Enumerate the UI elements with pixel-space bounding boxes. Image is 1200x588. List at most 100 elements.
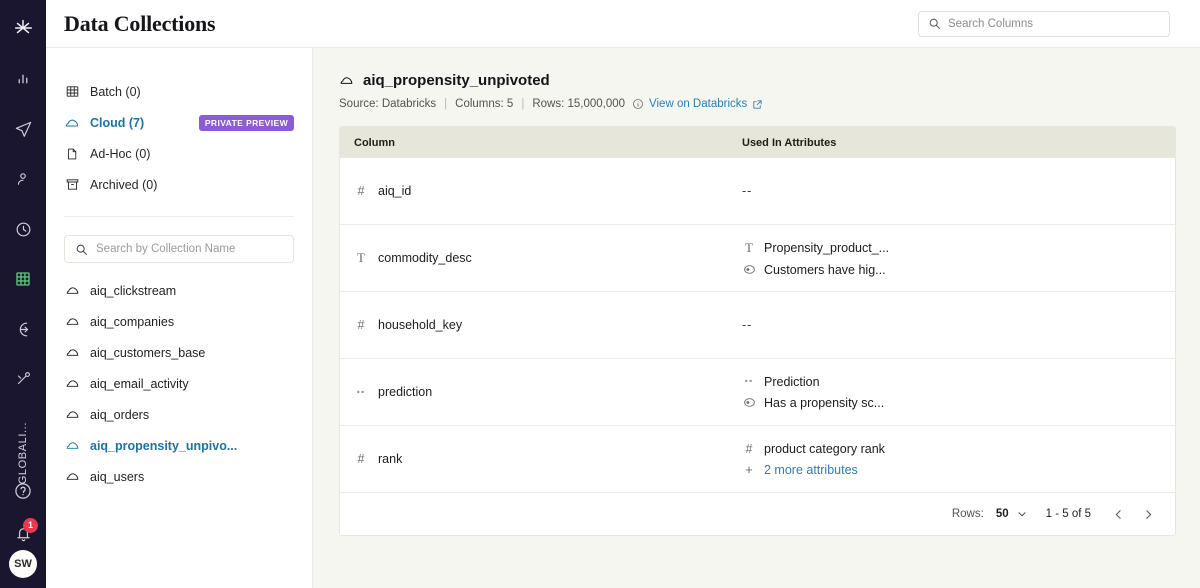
sparkle-burst-logo[interactable] (9, 14, 37, 42)
list-item-label: aiq_companies (90, 315, 174, 329)
collection-list: aiq_clickstream aiq_companies aiq_custom… (64, 275, 294, 492)
list-item-selected[interactable]: aiq_propensity_unpivo... (64, 430, 294, 461)
cloud-icon (64, 469, 80, 485)
decimal-type-icon (742, 375, 756, 388)
more-attributes-link[interactable]: + 2 more attributes (742, 463, 1175, 477)
boolean-type-icon (742, 263, 756, 276)
search-collections-input[interactable] (96, 243, 283, 255)
sidebar-item-label: Ad-Hoc (0) (90, 147, 150, 161)
rows-per-page-select[interactable]: 50 (996, 508, 1028, 520)
boolean-type-icon (742, 396, 756, 409)
column-name: household_key (378, 318, 462, 332)
number-type-icon: # (742, 442, 756, 456)
dataset-meta: Source: Databricks | Columns: 5 | Rows: … (339, 98, 1176, 110)
column-name: prediction (378, 385, 432, 399)
grid-data-icon[interactable] (8, 264, 38, 294)
list-item[interactable]: aiq_users (64, 461, 294, 492)
sidebar-item-label: Batch (0) (90, 85, 141, 99)
rail-bottom-group: 1 SW (0, 476, 46, 578)
magic-wand-icon[interactable] (8, 364, 38, 394)
list-item[interactable]: aiq_companies (64, 306, 294, 337)
archive-icon (64, 177, 80, 193)
list-item[interactable]: aiq_orders (64, 399, 294, 430)
attribute-item[interactable]: Prediction (742, 375, 1175, 389)
attribute-item[interactable]: Customers have hig... (742, 263, 1175, 277)
list-item[interactable]: aiq_clickstream (64, 275, 294, 306)
number-type-icon: # (354, 318, 368, 332)
table-row[interactable]: # rank # product category rank + 2 more … (340, 426, 1175, 493)
attribute-item[interactable]: T Propensity_product_... (742, 240, 1175, 256)
meta-sep: | (444, 98, 447, 110)
attribute-label: Prediction (764, 375, 820, 389)
meta-source: Source: Databricks (339, 98, 436, 110)
search-columns-box[interactable] (918, 11, 1170, 37)
rows-per-page-label: Rows: (952, 508, 984, 520)
plus-icon: + (742, 463, 756, 477)
sidebar-item-cloud[interactable]: Cloud (7) PRIVATE PREVIEW (64, 107, 294, 138)
bell-badge-count: 1 (23, 518, 38, 533)
list-item-label: aiq_email_activity (90, 377, 189, 391)
document-icon (64, 146, 80, 162)
number-type-icon: # (354, 452, 368, 466)
send-icon[interactable] (8, 114, 38, 144)
chevron-down-icon (1016, 508, 1028, 520)
decimal-type-icon (354, 386, 368, 399)
table-row[interactable]: # aiq_id -- (340, 158, 1175, 225)
attribute-item[interactable]: # product category rank (742, 442, 1175, 456)
search-icon (928, 17, 941, 30)
sidebar-item-adhoc[interactable]: Ad-Hoc (0) (64, 138, 294, 169)
cloud-icon (64, 376, 80, 392)
import-icon[interactable] (8, 314, 38, 344)
empty-value: -- (742, 184, 752, 198)
meta-sep: | (521, 98, 524, 110)
info-icon[interactable] (632, 98, 644, 110)
cell-attributes: T Propensity_product_... Customers have … (740, 240, 1175, 277)
prev-page-button[interactable] (1109, 505, 1127, 523)
question-circle-icon[interactable] (8, 476, 38, 506)
avatar[interactable]: SW (9, 550, 37, 578)
analytics-icon[interactable] (8, 64, 38, 94)
left-icon-rail: GLOBALI... 1 SW (0, 0, 46, 588)
attribute-item[interactable]: Has a propensity sc... (742, 396, 1175, 410)
cloud-icon (64, 345, 80, 361)
column-name: rank (378, 452, 402, 466)
table-row[interactable]: T commodity_desc T Propensity_product_..… (340, 225, 1175, 292)
cell-column-name: # household_key (340, 318, 740, 332)
dataset-detail-panel: aiq_propensity_unpivoted Source: Databri… (313, 48, 1200, 588)
page-title: Data Collections (64, 11, 215, 37)
sidebar-item-archived[interactable]: Archived (0) (64, 169, 294, 200)
view-on-databricks-link[interactable]: View on Databricks (649, 98, 763, 110)
attribute-label: Propensity_product_... (764, 241, 889, 255)
cell-attributes: -- (740, 184, 1175, 198)
private-preview-badge: PRIVATE PREVIEW (199, 115, 294, 131)
text-type-icon: T (742, 240, 756, 256)
table-row[interactable]: # household_key -- (340, 292, 1175, 359)
table-footer: Rows: 50 1 - 5 of 5 (340, 493, 1175, 535)
table-row[interactable]: prediction Prediction (340, 359, 1175, 426)
meta-rows: Rows: 15,000,000 (532, 98, 625, 110)
search-collections-box[interactable] (64, 235, 294, 263)
next-page-button[interactable] (1139, 505, 1157, 523)
cell-column-name: # rank (340, 452, 740, 466)
bell-icon[interactable]: 1 (8, 518, 38, 548)
cloud-icon (64, 115, 80, 131)
list-item-label: aiq_orders (90, 408, 149, 422)
column-name: aiq_id (378, 184, 411, 198)
columns-table: Column Used In Attributes # aiq_id -- (339, 126, 1176, 536)
sidebar-item-batch[interactable]: Batch (0) (64, 76, 294, 107)
activity-clock-icon[interactable] (8, 214, 38, 244)
list-item-label: aiq_clickstream (90, 284, 176, 298)
sidebar-item-label: Cloud (7) (90, 116, 144, 130)
search-columns-input[interactable] (948, 18, 1160, 30)
dataset-name: aiq_propensity_unpivoted (363, 72, 550, 89)
page-range: 1 - 5 of 5 (1046, 508, 1091, 520)
person-icon[interactable] (8, 164, 38, 194)
external-link-icon (752, 99, 763, 110)
list-item[interactable]: aiq_email_activity (64, 368, 294, 399)
column-name: commodity_desc (378, 251, 472, 265)
collections-sidebar: Batch (0) Cloud (7) PRIVATE PREVIEW (46, 48, 313, 588)
search-icon (75, 243, 88, 256)
list-item[interactable]: aiq_customers_base (64, 337, 294, 368)
rail-vertical-label[interactable]: GLOBALI... (17, 422, 29, 484)
cell-column-name: prediction (340, 385, 740, 399)
